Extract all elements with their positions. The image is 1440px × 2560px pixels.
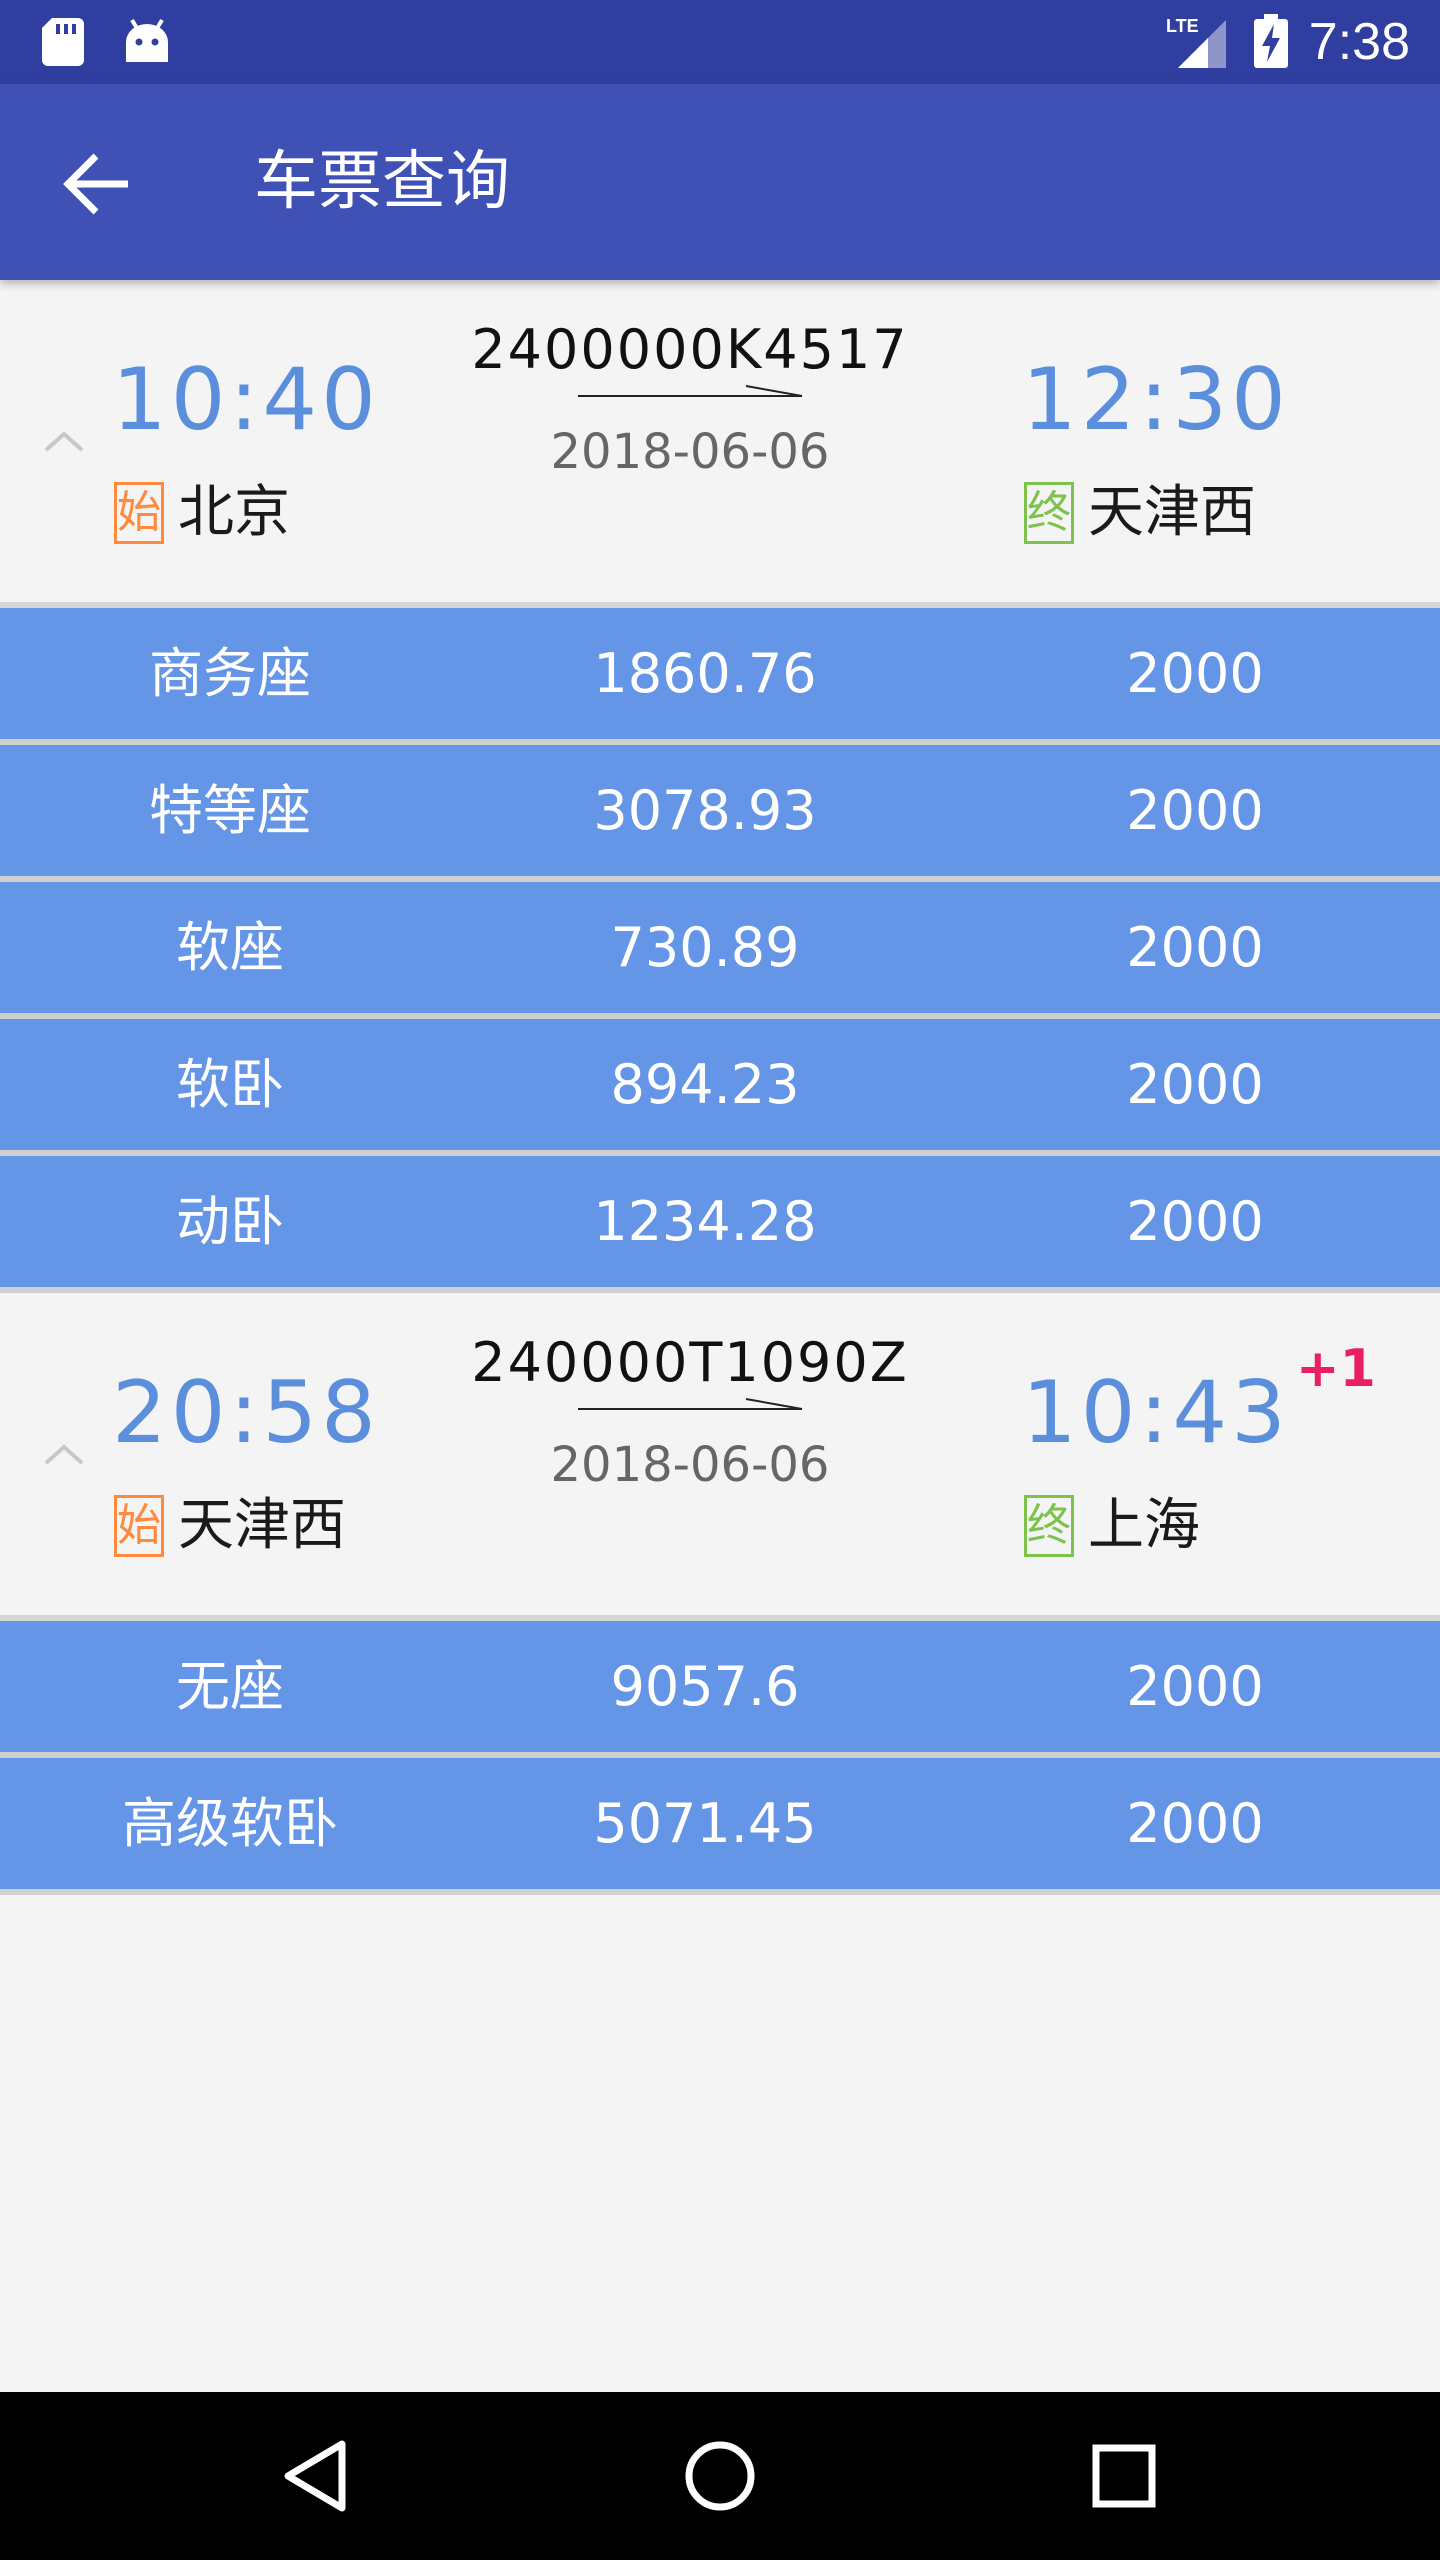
to-station: 天津西 xyxy=(1088,480,1256,545)
nav-recents-button[interactable] xyxy=(1074,2426,1174,2526)
status-bar: LTE 7:38 xyxy=(0,0,1440,84)
seat-type: 动卧 xyxy=(176,1190,284,1253)
chevron-up-icon[interactable] xyxy=(44,428,84,452)
seat-type: 无座 xyxy=(176,1655,284,1718)
android-icon xyxy=(126,18,168,62)
seat-count: 2000 xyxy=(1126,1792,1264,1855)
seat-row[interactable]: 软座 730.89 2000 xyxy=(0,882,1440,1019)
seat-type: 特等座 xyxy=(149,779,311,842)
start-tag: 始 xyxy=(114,1495,164,1557)
nav-home-button[interactable] xyxy=(670,2426,770,2526)
seat-type: 软座 xyxy=(176,916,284,979)
back-button[interactable] xyxy=(56,142,140,226)
from-station-row: 始 天津西 xyxy=(114,1491,346,1561)
seat-count: 2000 xyxy=(1126,642,1264,705)
app-bar: 车票查询 xyxy=(0,84,1440,280)
seat-row[interactable]: 动卧 1234.28 2000 xyxy=(0,1156,1440,1293)
seat-price: 1234.28 xyxy=(593,1190,817,1253)
sd-card-icon xyxy=(42,18,84,66)
seat-row[interactable]: 商务座 1860.76 2000 xyxy=(0,608,1440,745)
day-offset-badge: +1 xyxy=(1296,1339,1376,1399)
svg-text:LTE: LTE xyxy=(1166,16,1199,36)
home-circle-icon xyxy=(685,2441,755,2511)
seat-price: 3078.93 xyxy=(593,779,817,842)
page-title: 车票查询 xyxy=(254,145,510,219)
seat-count: 2000 xyxy=(1126,779,1264,842)
seat-count: 2000 xyxy=(1126,1053,1264,1116)
chevron-up-icon[interactable] xyxy=(44,1441,84,1465)
train-number: 240000T1090Z xyxy=(471,1331,909,1394)
lte-signal-icon: LTE xyxy=(1166,16,1226,68)
recents-square-icon xyxy=(1092,2444,1156,2508)
seat-price: 9057.6 xyxy=(610,1655,800,1718)
seat-row[interactable]: 高级软卧 5071.45 2000 xyxy=(0,1758,1440,1895)
ticket-list: 10:40 2400000K4517 2018-06-06 12:30 始 北京… xyxy=(0,280,1440,1895)
nav-back-button[interactable] xyxy=(266,2426,366,2526)
train-number: 2400000K4517 xyxy=(471,318,909,381)
seat-price: 5071.45 xyxy=(593,1792,817,1855)
seat-type: 商务座 xyxy=(149,642,311,705)
battery-charging-icon xyxy=(1254,14,1288,68)
seat-row[interactable]: 特等座 3078.93 2000 xyxy=(0,745,1440,882)
depart-time: 20:58 xyxy=(112,1363,380,1463)
depart-time: 10:40 xyxy=(112,350,380,450)
from-station: 北京 xyxy=(178,480,290,545)
seat-count: 2000 xyxy=(1126,1190,1264,1253)
to-station-row: 终 天津西 xyxy=(1024,478,1256,548)
to-station-row: 终 上海 xyxy=(1024,1491,1200,1561)
train-date: 2018-06-06 xyxy=(550,1437,830,1493)
arrow-left-icon xyxy=(63,153,128,215)
seat-price: 894.23 xyxy=(610,1053,800,1116)
train-header[interactable]: 10:40 2400000K4517 2018-06-06 12:30 始 北京… xyxy=(0,280,1440,608)
seat-row[interactable]: 无座 9057.6 2000 xyxy=(0,1621,1440,1758)
back-triangle-icon xyxy=(284,2440,346,2512)
start-tag: 始 xyxy=(114,482,164,544)
end-tag: 终 xyxy=(1024,482,1074,544)
seat-row[interactable]: 软卧 894.23 2000 xyxy=(0,1019,1440,1156)
from-station-row: 始 北京 xyxy=(114,478,290,548)
route-arrow-icon xyxy=(578,1398,803,1410)
arrive-time: 10:43 xyxy=(1022,1363,1290,1463)
seat-price: 730.89 xyxy=(610,916,800,979)
seat-type: 高级软卧 xyxy=(122,1792,338,1855)
train-date: 2018-06-06 xyxy=(550,424,830,480)
train-header[interactable]: 20:58 240000T1090Z 2018-06-06 10:43 +1 始… xyxy=(0,1293,1440,1621)
seat-count: 2000 xyxy=(1126,916,1264,979)
system-nav-bar xyxy=(0,2392,1440,2560)
end-tag: 终 xyxy=(1024,1495,1074,1557)
route-arrow-icon xyxy=(578,385,803,397)
from-station: 天津西 xyxy=(178,1493,346,1558)
status-time: 7:38 xyxy=(1308,13,1410,71)
seat-price: 1860.76 xyxy=(593,642,817,705)
seat-count: 2000 xyxy=(1126,1655,1264,1718)
seat-type: 软卧 xyxy=(176,1053,284,1116)
to-station: 上海 xyxy=(1088,1493,1200,1558)
arrive-time: 12:30 xyxy=(1022,350,1290,450)
